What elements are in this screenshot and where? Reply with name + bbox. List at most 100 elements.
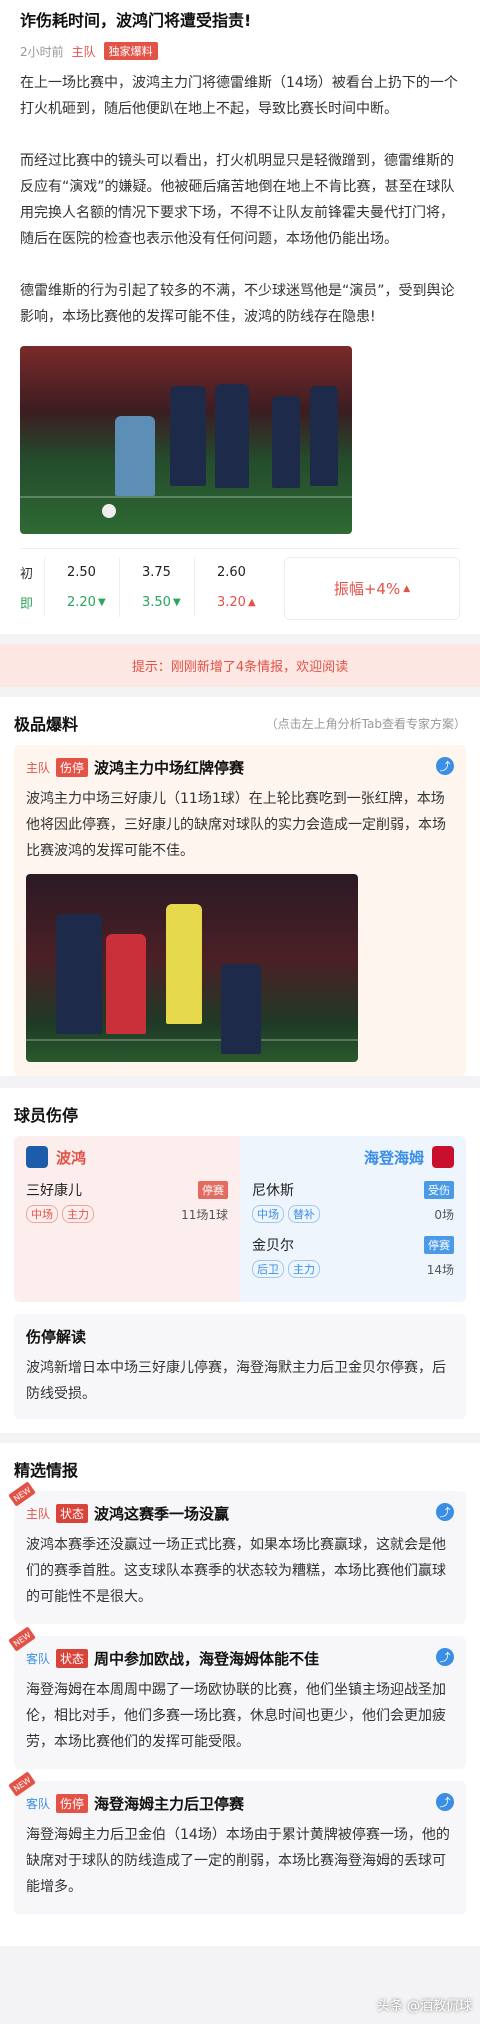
player-status: 停赛 <box>424 1236 454 1254</box>
selected-header: 精选情报 <box>0 1443 480 1491</box>
odds-value: 2.20 <box>67 594 96 610</box>
away-team[interactable]: 海登海姆 <box>252 1146 454 1168</box>
section-title: 精选情报 <box>14 1461 79 1480</box>
intel-title: 海登海姆主力后卫停赛 <box>94 1795 245 1813</box>
intel-title: 周中参加欧战，海登海姆体能不佳 <box>94 1650 320 1668</box>
injury-section: 球员伤停 波鸿 三好康儿 停赛 中场 主力 11场1球 海登海姆 尼休斯 受伤 … <box>0 1088 480 1433</box>
intel-kind: 伤停 <box>56 758 89 777</box>
news-paragraph: 德雷维斯的行为引起了较多的不满，不少球迷骂他是“演员”，受到舆论影响，本场比赛他… <box>20 283 455 325</box>
arrow-down-icon: ▼ <box>172 596 181 608</box>
section-title: 极品爆料 <box>14 715 79 734</box>
premium-section: 极品爆料 （点击左上角分析Tab查看专家方案） 主队 伤停 波鸿主力中场红牌停赛… <box>0 697 480 1076</box>
intel-kind: 伤停 <box>56 1794 89 1813</box>
intel-side: 客队 <box>26 1652 51 1666</box>
player-status: 受伤 <box>424 1181 454 1199</box>
odds-value: 3.20 <box>217 594 246 610</box>
caret-up-icon: ▲ <box>403 583 411 594</box>
injury-table: 波鸿 三好康儿 停赛 中场 主力 11场1球 海登海姆 尼休斯 受伤 中场 替补… <box>14 1136 466 1302</box>
player-row[interactable]: 尼休斯 受伤 <box>252 1180 454 1200</box>
news-side: 主队 <box>71 44 96 59</box>
section-note: （点击左上角分析Tab查看专家方案） <box>265 716 466 731</box>
analysis-text: 波鸿新增日本中场三好康儿停赛，海登海默主力后卫金贝尔停赛，后防线受损。 <box>26 1360 446 1402</box>
intel-title: 波鸿主力中场红牌停赛 <box>94 759 245 777</box>
exclusive-badge: 独家爆料 <box>103 42 158 60</box>
player-name: 尼休斯 <box>252 1183 294 1199</box>
intel-text: 海登海姆在本周周中踢了一场欧协联的比赛，他们坐镇主场迎战圣加伦，相比对手，他们多… <box>26 1682 446 1750</box>
intel-card[interactable]: NEW 主队 状态 波鸿这赛季一场没赢 ⤴ 波鸿本赛季还没赢过一场正式比赛，如果… <box>8 1481 466 1624</box>
match-photo[interactable] <box>26 874 358 1062</box>
position-tag: 中场 <box>252 1205 284 1223</box>
premium-header: 极品爆料 （点击左上角分析Tab查看专家方案） <box>0 697 480 745</box>
odds-initial-label: 初 <box>20 566 34 582</box>
news-meta: 2小时前 主队 独家爆料 <box>20 42 460 60</box>
share-icon[interactable]: ⤴ <box>436 1648 454 1666</box>
player-info: 中场 主力 11场1球 <box>26 1205 228 1223</box>
section-title: 球员伤停 <box>14 1106 79 1125</box>
odds-initial-row: 初 2.50 3.75 2.60 <box>20 557 270 587</box>
intel-header: 客队 伤停 海登海姆主力后卫停赛 <box>26 1793 454 1814</box>
intel-text: 波鸿本赛季还没赢过一场正式比赛，如果本场比赛赢球，这就会是他们的赛季首胜。这支球… <box>26 1537 446 1605</box>
share-icon[interactable]: ⤴ <box>436 1503 454 1521</box>
player-row[interactable]: 金贝尔 停赛 <box>252 1235 454 1255</box>
odds-cell: 2.60 <box>194 557 269 587</box>
odds-cell: 3.50 ▼ <box>119 587 194 617</box>
intel-text: 海登海姆主力后卫金伯（14场）本场由于累计黄牌被停赛一场，他的缺席对于球队的防线… <box>26 1827 450 1895</box>
page: 诈伤耗时间，波鸿门将遭受指责! 2小时前 主队 独家爆料 在上一场比赛中，波鸿主… <box>0 0 480 2024</box>
position-tag: 后卫 <box>252 1260 284 1278</box>
intel-card[interactable]: NEW 客队 状态 周中参加欧战，海登海姆体能不佳 ⤴ 海登海姆在本周周中踢了一… <box>8 1626 466 1769</box>
news-paragraph: 在上一场比赛中，波鸿主力门将德雷维斯（14场）被看台上扔下的一个打火机砸到，随后… <box>20 75 458 117</box>
intel-side: 客队 <box>26 1797 51 1811</box>
bochum-crest-icon <box>26 1146 48 1168</box>
news-time: 2小时前 <box>20 44 64 59</box>
odds-value: 3.50 <box>142 594 171 610</box>
intel-kind: 状态 <box>56 1649 89 1668</box>
amplitude-box[interactable]: 振幅+4% ▲ <box>284 557 460 620</box>
news-paragraph: 而经过比赛中的镜头可以看出，打火机明显只是轻微蹭到，德雷维斯的反应有“演戏”的嫌… <box>20 153 455 247</box>
role-tag: 主力 <box>62 1205 94 1223</box>
player-info: 后卫 主力 14场 <box>252 1260 454 1278</box>
role-tag: 主力 <box>288 1260 320 1278</box>
analysis-title: 伤停解读 <box>26 1328 87 1346</box>
home-injuries: 波鸿 三好康儿 停赛 中场 主力 11场1球 <box>14 1136 240 1302</box>
heidenheim-crest-icon <box>432 1146 454 1168</box>
news-title: 诈伤耗时间，波鸿门将遭受指责! <box>20 11 252 30</box>
intel-title: 波鸿这赛季一场没赢 <box>94 1505 230 1523</box>
arrow-down-icon: ▼ <box>97 596 106 608</box>
player-name: 金贝尔 <box>252 1238 294 1254</box>
odds-table: 初 2.50 3.75 2.60 即 2.20 ▼ 3.50 ▼ 3.20 ▲ <box>20 557 270 620</box>
position-tag: 中场 <box>26 1205 58 1223</box>
player-apps: 11场1球 <box>181 1207 228 1222</box>
injury-analysis: 伤停解读 波鸿新增日本中场三好康儿停赛，海登海默主力后卫金贝尔停赛，后防线受损。 <box>14 1314 466 1419</box>
intel-header: 客队 状态 周中参加欧战，海登海姆体能不佳 <box>26 1648 454 1669</box>
share-icon[interactable]: ⤴ <box>436 1793 454 1811</box>
intel-header: 主队 伤停 波鸿主力中场红牌停赛 <box>26 757 454 778</box>
amplitude-value: 振幅+4% <box>333 580 401 598</box>
player-status: 停赛 <box>198 1181 228 1199</box>
player-apps: 14场 <box>426 1262 454 1277</box>
odds-cell: 2.50 <box>44 557 119 587</box>
odds-panel[interactable]: 初 2.50 3.75 2.60 即 2.20 ▼ 3.50 ▼ 3.20 ▲ 振幅+… <box>20 548 460 620</box>
intel-card[interactable]: NEW 客队 伤停 海登海姆主力后卫停赛 ⤴ 海登海姆主力后卫金伯（14场）本场… <box>8 1771 466 1914</box>
match-photo[interactable] <box>20 346 352 534</box>
odds-cell: 3.20 ▲ <box>194 587 269 617</box>
arrow-up-icon: ▲ <box>247 596 256 608</box>
intel-side: 主队 <box>26 761 51 775</box>
player-name: 三好康儿 <box>26 1183 82 1199</box>
watermark: 头条 @酒教侃球 <box>376 1999 472 2014</box>
player-apps: 0场 <box>434 1207 454 1222</box>
player-row[interactable]: 三好康儿 停赛 <box>26 1180 228 1200</box>
intel-card[interactable]: 主队 伤停 波鸿主力中场红牌停赛 ⤴ 波鸿主力中场三好康儿（11场1球）在上轮比… <box>14 745 466 1076</box>
new-intel-tip[interactable]: 提示：刚刚新增了4条情报，欢迎阅读 <box>0 644 480 687</box>
home-team-name: 波鸿 <box>56 1148 87 1167</box>
odds-current-row: 即 2.20 ▼ 3.50 ▼ 3.20 ▲ <box>20 587 270 617</box>
intel-side: 主队 <box>26 1507 51 1521</box>
news-card[interactable]: 诈伤耗时间，波鸿门将遭受指责! 2小时前 主队 独家爆料 在上一场比赛中，波鸿主… <box>0 0 480 634</box>
intel-kind: 状态 <box>56 1504 89 1523</box>
intel-header: 主队 状态 波鸿这赛季一场没赢 <box>26 1503 454 1524</box>
home-team[interactable]: 波鸿 <box>26 1146 228 1168</box>
role-tag: 替补 <box>288 1205 320 1223</box>
player-info: 中场 替补 0场 <box>252 1205 454 1223</box>
odds-cell: 3.75 <box>119 557 194 587</box>
share-icon[interactable]: ⤴ <box>436 757 454 775</box>
intel-text: 波鸿主力中场三好康儿（11场1球）在上轮比赛吃到一张红牌，本场他将因此停赛，三好… <box>26 791 446 859</box>
